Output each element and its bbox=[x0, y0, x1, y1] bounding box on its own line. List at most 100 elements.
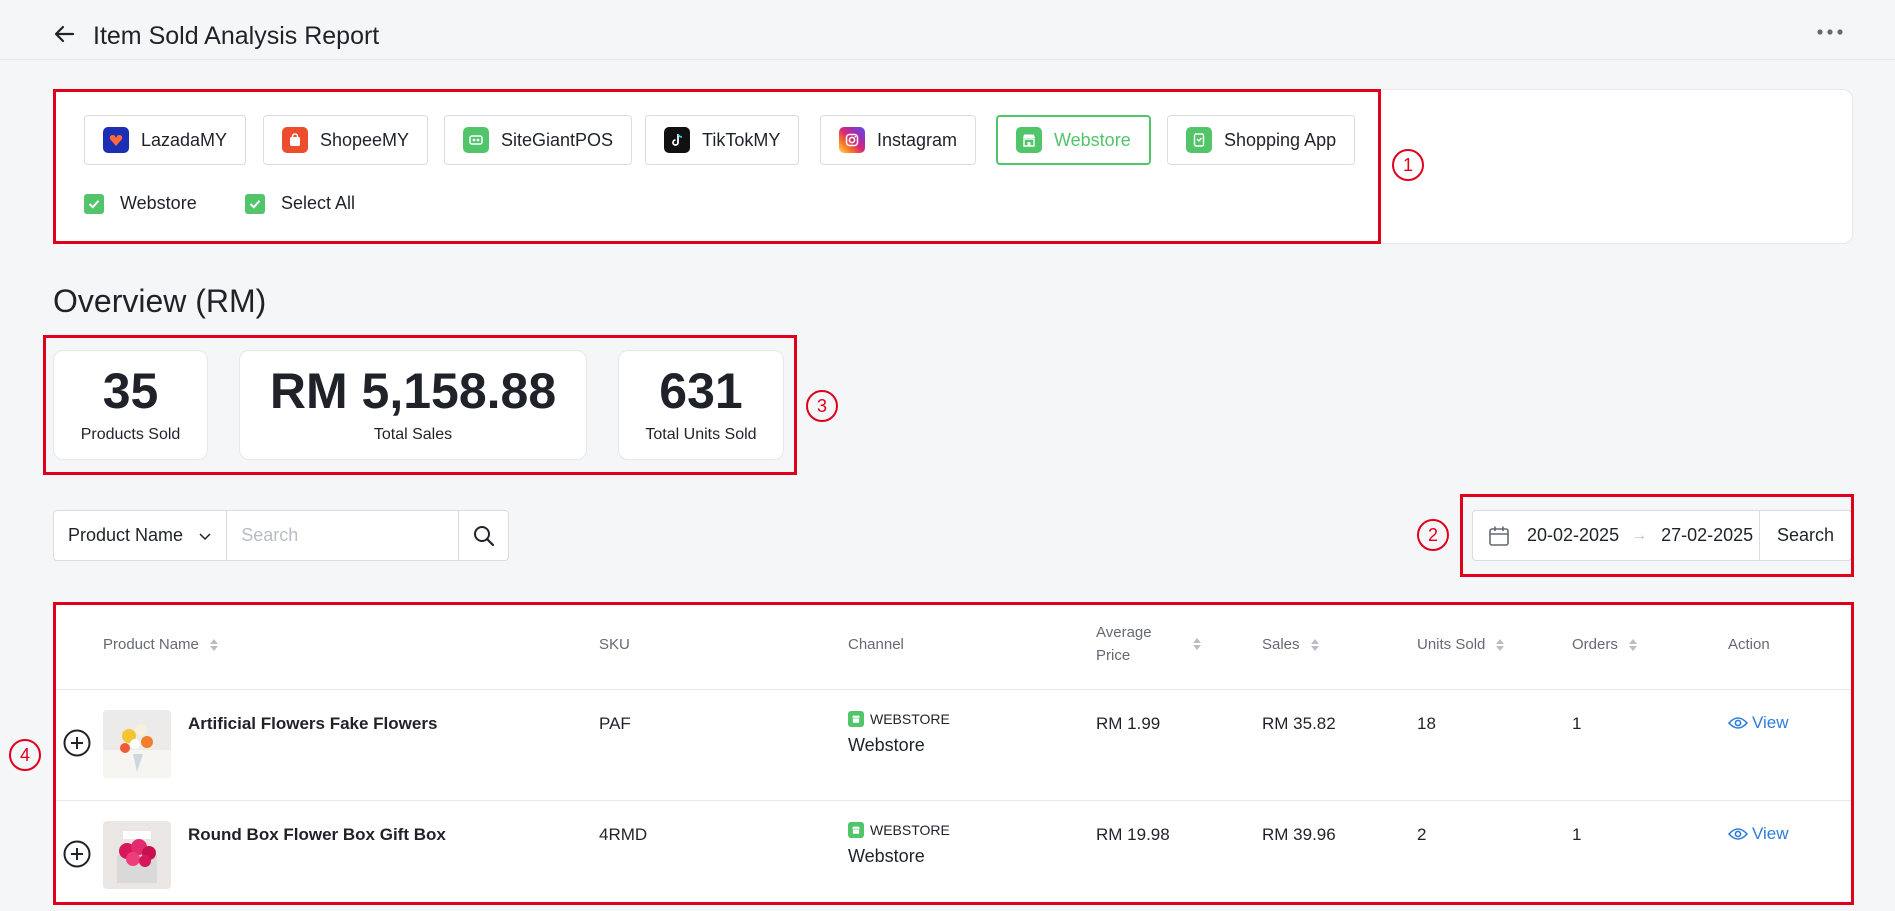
channel-chip-shopeemy[interactable]: ShopeeMY bbox=[263, 115, 429, 165]
callout-badge: 1 bbox=[1392, 149, 1424, 181]
channel-chip-tiktokmy[interactable]: TikTokMY bbox=[645, 115, 800, 165]
sort-icon[interactable] bbox=[1192, 636, 1202, 652]
checkbox-label: Webstore bbox=[120, 193, 197, 213]
callout-badge: 4 bbox=[9, 739, 41, 771]
checkbox-checked-icon bbox=[245, 193, 265, 214]
channel-chip-lazadamy[interactable]: LazadaMY bbox=[84, 115, 247, 165]
date-to[interactable]: 27-02-2025 bbox=[1661, 525, 1753, 546]
page-title: Item Sold Analysis Report bbox=[93, 22, 380, 50]
column-header-sku: SKU bbox=[599, 636, 630, 653]
search-field-value: Product Name bbox=[68, 525, 184, 545]
channel-chip-sitegiantpos[interactable]: SiteGiantPOS bbox=[444, 115, 633, 165]
eye-icon bbox=[1728, 828, 1748, 840]
channel-chip-shopping-app[interactable]: Shopping App bbox=[1167, 115, 1356, 165]
calendar-icon bbox=[1489, 526, 1509, 546]
date-from[interactable]: 20-02-2025 bbox=[1527, 525, 1619, 546]
channel-chip-webstore[interactable]: Webstore bbox=[996, 115, 1151, 165]
column-header-sales[interactable]: Sales bbox=[1262, 633, 1320, 656]
search-field-select[interactable]: Product Name bbox=[54, 511, 228, 560]
view-link[interactable]: View bbox=[1728, 824, 1789, 844]
checkbox-webstore[interactable]: Webstore bbox=[84, 193, 197, 214]
search-icon bbox=[473, 525, 494, 546]
shopee-icon bbox=[282, 127, 308, 153]
stat-card-total-units: 631 Total Units Sold bbox=[618, 350, 784, 460]
lazada-icon bbox=[103, 127, 129, 153]
callout-badge: 2 bbox=[1417, 519, 1449, 551]
stat-value: RM 5,158.88 bbox=[269, 363, 557, 419]
sort-icon[interactable] bbox=[209, 637, 219, 653]
stat-label: Total Units Sold bbox=[645, 426, 757, 443]
channel-panel bbox=[53, 89, 1853, 244]
eye-icon bbox=[1728, 717, 1748, 729]
product-channel: WEBSTORE Webstore bbox=[848, 711, 950, 756]
search-button[interactable] bbox=[458, 511, 508, 560]
product-search-group: Product Name bbox=[53, 510, 509, 561]
column-header-action: Action bbox=[1728, 636, 1770, 653]
sales-value: RM 35.82 bbox=[1262, 714, 1336, 733]
product-thumbnail bbox=[103, 710, 171, 778]
column-header-orders[interactable]: Orders bbox=[1572, 633, 1638, 656]
webstore-icon bbox=[848, 822, 864, 838]
row-divider bbox=[56, 689, 1852, 690]
chevron-down-icon bbox=[199, 532, 211, 540]
instagram-icon bbox=[839, 127, 865, 153]
product-channel: WEBSTORE Webstore bbox=[848, 822, 950, 867]
channel-name: Webstore bbox=[848, 846, 925, 866]
product-sku: 4RMD bbox=[599, 825, 648, 844]
channel-chip-label: TikTokMY bbox=[702, 129, 781, 150]
expand-row-icon[interactable] bbox=[63, 840, 91, 868]
channel-chip-label: LazadaMY bbox=[141, 129, 228, 150]
channel-chip-label: Shopping App bbox=[1224, 129, 1337, 150]
column-header-channel: Channel bbox=[848, 636, 904, 653]
channel-tag-label: WEBSTORE bbox=[870, 822, 950, 838]
product-name: Artificial Flowers Fake Flowers bbox=[188, 714, 438, 733]
sales-value: RM 39.96 bbox=[1262, 825, 1336, 844]
stat-card-products-sold: 35 Products Sold bbox=[53, 350, 208, 460]
average-price: RM 19.98 bbox=[1096, 825, 1170, 844]
date-range-arrow: → bbox=[1631, 526, 1648, 544]
date-range-picker: 20-02-2025 → 27-02-2025 Search bbox=[1472, 510, 1852, 561]
callout-badge: 3 bbox=[806, 390, 838, 422]
column-header-average-price[interactable]: Average Price bbox=[1096, 621, 1202, 667]
checkbox-select-all[interactable]: Select All bbox=[245, 193, 355, 214]
sort-icon[interactable] bbox=[1310, 637, 1320, 653]
product-thumbnail bbox=[103, 821, 171, 889]
channel-chip-label: ShopeeMY bbox=[320, 129, 410, 150]
stat-value: 631 bbox=[659, 363, 743, 419]
channel-tag-label: WEBSTORE bbox=[870, 711, 950, 727]
shopping-app-icon bbox=[1186, 127, 1212, 153]
units-sold: 18 bbox=[1417, 714, 1436, 733]
average-price: RM 1.99 bbox=[1096, 714, 1161, 733]
overview-title: Overview (RM) bbox=[53, 283, 267, 319]
items-table: Product Name SKU Channel Average Price Sa… bbox=[56, 605, 1852, 903]
channel-chip-label: SiteGiantPOS bbox=[501, 129, 614, 150]
search-input[interactable] bbox=[227, 511, 459, 560]
stat-label: Products Sold bbox=[80, 426, 181, 443]
orders-count: 1 bbox=[1572, 825, 1582, 844]
row-divider bbox=[56, 800, 1852, 801]
sort-icon[interactable] bbox=[1495, 637, 1505, 653]
webstore-icon bbox=[1016, 127, 1042, 153]
column-header-units-sold[interactable]: Units Sold bbox=[1417, 633, 1505, 656]
column-header-product-name[interactable]: Product Name bbox=[103, 633, 219, 656]
tiktok-icon bbox=[664, 127, 690, 153]
channel-chip-label: Instagram bbox=[877, 129, 958, 150]
back-arrow-icon[interactable] bbox=[53, 22, 77, 46]
checkbox-label: Select All bbox=[281, 193, 356, 213]
orders-count: 1 bbox=[1572, 714, 1582, 733]
pos-icon bbox=[463, 127, 489, 153]
stat-card-total-sales: RM 5,158.88 Total Sales bbox=[239, 350, 587, 460]
view-link[interactable]: View bbox=[1728, 713, 1789, 733]
checkbox-checked-icon bbox=[84, 193, 104, 214]
product-name: Round Box Flower Box Gift Box bbox=[188, 825, 446, 844]
webstore-icon bbox=[848, 711, 864, 727]
expand-row-icon[interactable] bbox=[63, 729, 91, 757]
channel-chip-instagram[interactable]: Instagram bbox=[820, 115, 977, 165]
date-search-button[interactable]: Search bbox=[1759, 511, 1851, 560]
channel-chip-label: Webstore bbox=[1054, 129, 1131, 150]
top-bar: Item Sold Analysis Report bbox=[0, 0, 1895, 60]
stat-value: 35 bbox=[102, 363, 159, 419]
sort-icon[interactable] bbox=[1628, 637, 1638, 653]
more-options-icon[interactable] bbox=[1815, 22, 1845, 42]
average-price-line1: Average bbox=[1096, 624, 1152, 641]
